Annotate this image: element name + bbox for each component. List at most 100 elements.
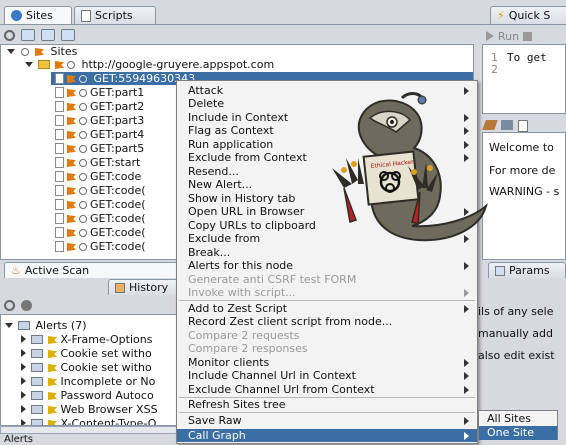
alert-item[interactable]: Web Browser XSS [21,403,158,417]
alert-item[interactable]: X-Content-Type-O [21,417,156,425]
params-icon [495,265,505,276]
menu-item-alerts-for-node[interactable]: Alerts for this node [177,259,477,272]
tab-params[interactable]: Params [488,262,566,278]
tree-row[interactable]: GET:part4 [55,128,144,141]
eraser-icon[interactable] [501,120,513,130]
alerts-root[interactable]: Alerts (7) [5,319,87,333]
menu-item-label: Open URL in Browser [188,205,305,218]
menu-item-call-graph[interactable]: Call Graph [177,429,477,442]
tab-active-scan[interactable]: ♨ Active Scan [4,262,182,278]
tree-row[interactable]: GET:code( [55,240,146,253]
tree-row-label: GET:start [90,156,141,169]
history-icon [115,282,125,293]
menu-item-label: Include in Context [188,111,289,124]
alert-item-label: Cookie set witho [60,347,152,360]
tree-row-label: GET:part5 [90,142,145,155]
tree-row[interactable]: GET:code( [55,226,146,239]
play-icon[interactable] [486,31,494,41]
run-button[interactable]: Run [498,30,519,43]
tab-sites-label: Sites [26,8,53,22]
globe-icon [79,145,87,153]
page-icon[interactable] [518,120,528,132]
scope-icon[interactable] [21,300,32,311]
alert-item-label: Password Autoco [60,389,154,402]
menu-item-label: Refresh Sites tree [188,398,286,411]
alerts-hscrollbar[interactable] [0,426,178,434]
new-context-icon[interactable] [21,29,35,41]
menu-item-label: Break... [188,246,231,259]
menu-item-exclude-channel-url[interactable]: Exclude Channel Url from Context [177,383,477,396]
menu-item-monitor-clients[interactable]: Monitor clients [177,356,477,369]
script-console-editor[interactable]: 1 2 To get [482,44,566,114]
collapsed-arrow-icon[interactable] [21,363,26,371]
alert-item[interactable]: Incomplete or No [21,375,155,389]
menu-item-refresh-sites-tree[interactable]: Refresh Sites tree [177,398,477,411]
globe-icon [21,48,29,56]
expand-arrow-icon[interactable] [7,49,15,54]
quick-start-panel: Welcome to For more de WARNING - s [482,132,566,260]
tree-row[interactable]: GET:code [55,170,141,183]
tree-row[interactable]: GET:part1 [55,86,144,99]
flag-icon [67,187,76,195]
file-icon [55,185,64,196]
tree-row[interactable]: GET:start [55,156,140,169]
script-toolbar: Run [486,30,533,43]
flag-icon [48,350,57,358]
alerts-tree[interactable]: Alerts (7) X-Frame-Options Cookie set wi… [0,314,178,426]
collapsed-arrow-icon[interactable] [21,349,26,357]
sites-toolbar [4,28,75,42]
collapsed-arrow-icon[interactable] [21,391,26,399]
submenu-item-all-sites[interactable]: All Sites [479,412,557,426]
submenu-item-one-site[interactable]: One Site [479,426,557,440]
tab-scripts[interactable]: Scripts [74,6,156,24]
alert-item-label: Incomplete or No [60,375,156,388]
tree-row[interactable]: GET:part5 [55,142,144,155]
tree-row[interactable]: GET:code( [55,212,146,225]
tab-sites[interactable]: Sites [4,6,72,24]
submenu-arrow-icon [464,262,469,270]
tab-history[interactable]: History [108,279,182,295]
tree-row[interactable]: GET:code( [55,198,146,211]
menu-item-label: Run application [188,138,274,151]
collapsed-arrow-icon[interactable] [21,377,26,385]
tree-host-node[interactable]: http://google-gruyere.appspot.com [25,58,274,71]
flag-icon [67,215,76,223]
globe-icon [79,159,87,167]
import-context-icon[interactable] [41,29,55,41]
file-icon [55,73,64,84]
menu-separator [179,412,475,413]
target-icon[interactable] [4,29,15,41]
folder-icon [31,405,43,414]
tree-root-sites[interactable]: Sites [7,45,77,58]
collapsed-arrow-icon[interactable] [21,419,26,425]
export-context-icon[interactable] [61,29,75,41]
expand-arrow-icon[interactable] [5,323,13,328]
collapsed-arrow-icon[interactable] [21,405,26,413]
alert-item-label: X-Frame-Options [60,333,153,346]
flag-icon [48,378,57,386]
stop-icon[interactable] [523,31,533,41]
expand-arrow-icon[interactable] [25,62,33,67]
menu-item-generate-csrf-form: Generate anti CSRF test FORM [177,273,477,286]
submenu-arrow-icon [464,417,469,425]
target-icon[interactable] [4,300,15,311]
tree-row[interactable]: GET:part2 [55,100,144,113]
menu-item-save-raw[interactable]: Save Raw [177,414,477,427]
tab-quick-start[interactable]: ⚡ Quick S [490,6,566,24]
menu-item-include-channel-url[interactable]: Include Channel Url in Context [177,369,477,382]
alert-item[interactable]: Cookie set witho [21,347,152,361]
menu-item-label: Record Zest client script from node... [188,315,393,328]
menu-item-label: Save Raw [188,414,242,427]
alert-item[interactable]: Password Autoco [21,389,154,403]
menu-item-record-zest-client[interactable]: Record Zest client script from node... [177,315,477,328]
tree-row[interactable]: GET:part3 [55,114,144,127]
menu-item-label: Exclude from Context [188,151,307,164]
alert-item[interactable]: Cookie set witho [21,361,152,375]
description-text: also edit exist [478,349,555,362]
tree-row[interactable]: GET:code( [55,184,146,197]
folder-icon [31,377,43,386]
menu-item-add-to-zest[interactable]: Add to Zest Script [177,302,477,315]
collapsed-arrow-icon[interactable] [21,335,26,343]
globe-icon [79,215,87,223]
alert-item[interactable]: X-Frame-Options [21,333,152,347]
